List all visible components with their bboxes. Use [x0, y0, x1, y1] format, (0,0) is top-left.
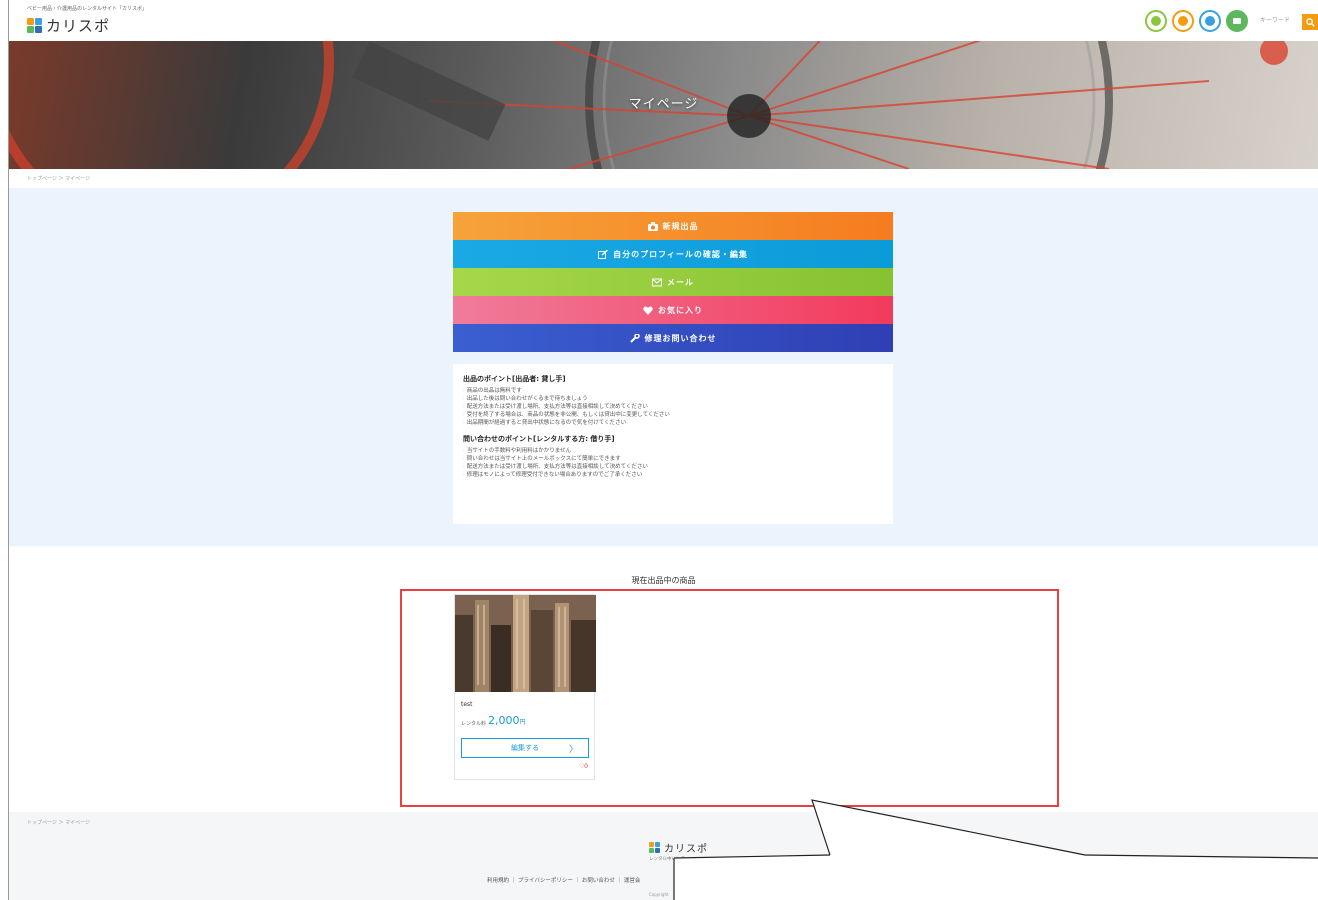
list-item: 配送方法または受け渡し場所、支払方法等は直接相談して決めてください: [463, 403, 883, 411]
mail-icon[interactable]: [1199, 10, 1221, 32]
product-price: 2,000円: [488, 714, 526, 727]
list-item: 当サイトの手数料や利用料はかかりません: [463, 447, 883, 455]
page-frame: ベビー用品・介護用品のレンタルサイト「カリスポ」 カリスポ キーワード マイペー…: [8, 0, 1318, 900]
product-image[interactable]: [455, 595, 596, 692]
chevron-right-icon: 〉: [568, 745, 578, 755]
search-icon: [1305, 17, 1315, 27]
search-button[interactable]: [1302, 14, 1318, 30]
logo-tagline: ベビー用品・介護用品のレンタルサイト「カリスポ」: [27, 6, 148, 12]
lender-tips-title: 出品のポイント[出品者: 貸し手]: [463, 375, 566, 383]
price-value: 2,000: [488, 714, 520, 727]
edit-button[interactable]: 編集する 〉: [461, 738, 589, 758]
list-item: 出品期間が経過すると貸出中状態になるので気を付けてください: [463, 419, 883, 427]
hero-banner: マイページ: [9, 41, 1318, 169]
site-footer: トップページ ＞ マイページ カリスポ レンタル中レンタ 利用規約 ｜ プライバ…: [9, 812, 1318, 900]
listed-products-title: 現在出品中の商品: [631, 576, 696, 585]
city-photo: [455, 595, 596, 692]
list-item: 商品の出品は無料です: [463, 387, 883, 395]
logo-text: カリスポ: [46, 17, 111, 35]
favorite-count[interactable]: ♡0: [579, 763, 588, 770]
edit-profile-button[interactable]: 自分のプロフィールの確認・編集: [453, 240, 893, 268]
mail-button[interactable]: メール: [453, 268, 893, 296]
repair-inquiry-label: 修理お問い合わせ: [644, 333, 717, 343]
site-header: ベビー用品・介護用品のレンタルサイト「カリスポ」 カリスポ キーワード: [9, 0, 1318, 41]
borrower-tips-title: 問い合わせのポイント[レンタルする方: 借り手]: [463, 435, 615, 443]
price-unit: 円: [519, 719, 526, 726]
camera-icon: [647, 221, 658, 231]
repair-inquiry-button[interactable]: 修理お問い合わせ: [453, 324, 893, 352]
list-item: 受付を終了する場合は、商品の状態を非公開、もしくは貸出中に変更してください: [463, 411, 883, 419]
user-icon[interactable]: [1172, 10, 1194, 32]
site-logo[interactable]: カリスポ: [27, 15, 110, 36]
profile-icon[interactable]: [1145, 10, 1167, 32]
footer-copyright: Copyright: [649, 892, 669, 897]
logo-mark-icon: [649, 841, 661, 854]
chat-icon[interactable]: [1226, 10, 1248, 32]
favorites-button[interactable]: お気に入り: [453, 296, 893, 324]
footer-logo[interactable]: カリスポ: [649, 840, 708, 855]
new-listing-label: 新規出品: [662, 221, 699, 231]
header-icon-group: [1145, 10, 1248, 32]
mypage-panel: 新規出品 自分のプロフィールの確認・編集 メール お気に入り 修理お問い合わせ …: [9, 188, 1318, 546]
price-label: レンタル料: [461, 721, 487, 727]
lender-tips-list: 商品の出品は無料です 出品した後は問い合わせがくるまで待ちましょう 配送方法また…: [463, 387, 883, 427]
edit-icon: [598, 249, 609, 259]
favorites-label: お気に入り: [658, 305, 703, 315]
logo-mark-icon: [27, 17, 43, 34]
breadcrumb: トップページ ＞ マイページ: [27, 176, 90, 182]
mail-icon: [652, 278, 662, 286]
product-card[interactable]: test レンタル料 2,000円 編集する 〉 ♡0: [454, 594, 596, 780]
mail-label: メール: [667, 277, 694, 287]
product-name[interactable]: test: [461, 701, 473, 708]
list-item: 修理はモノによって修理受付できない場合ありますのでご了承ください: [463, 471, 883, 479]
footer-links[interactable]: 利用規約 ｜ プライバシーポリシー ｜ お問い合わせ ｜ 運営会: [487, 876, 640, 884]
footer-tagline: レンタル中レンタ: [649, 857, 685, 862]
edit-button-label: 編集する: [511, 744, 539, 752]
list-item: 配送方法または受け渡し場所、支払方法等は直接相談して決めてください: [463, 463, 883, 471]
mypage-menu: 新規出品 自分のプロフィールの確認・編集 メール お気に入り 修理お問い合わせ: [453, 212, 893, 352]
footer-logo-text: カリスポ: [664, 844, 708, 855]
wrench-icon: [629, 333, 640, 343]
heart-icon: [643, 306, 653, 315]
edit-profile-label: 自分のプロフィールの確認・編集: [613, 249, 748, 259]
search-input[interactable]: キーワード: [1260, 15, 1290, 24]
borrower-tips-list: 当サイトの手数料や利用料はかかりません 問い合わせは当サイト上のメールボックスに…: [463, 447, 883, 479]
new-listing-button[interactable]: 新規出品: [453, 212, 893, 240]
list-item: 出品した後は問い合わせがくるまで待ちましょう: [463, 395, 883, 403]
footer-breadcrumb: トップページ ＞ マイページ: [27, 820, 90, 826]
page-title: マイページ: [628, 97, 699, 112]
tips-box: 出品のポイント[出品者: 貸し手] 商品の出品は無料です 出品した後は問い合わせ…: [453, 364, 893, 524]
list-item: 問い合わせは当サイト上のメールボックスにて簡単にできます: [463, 455, 883, 463]
